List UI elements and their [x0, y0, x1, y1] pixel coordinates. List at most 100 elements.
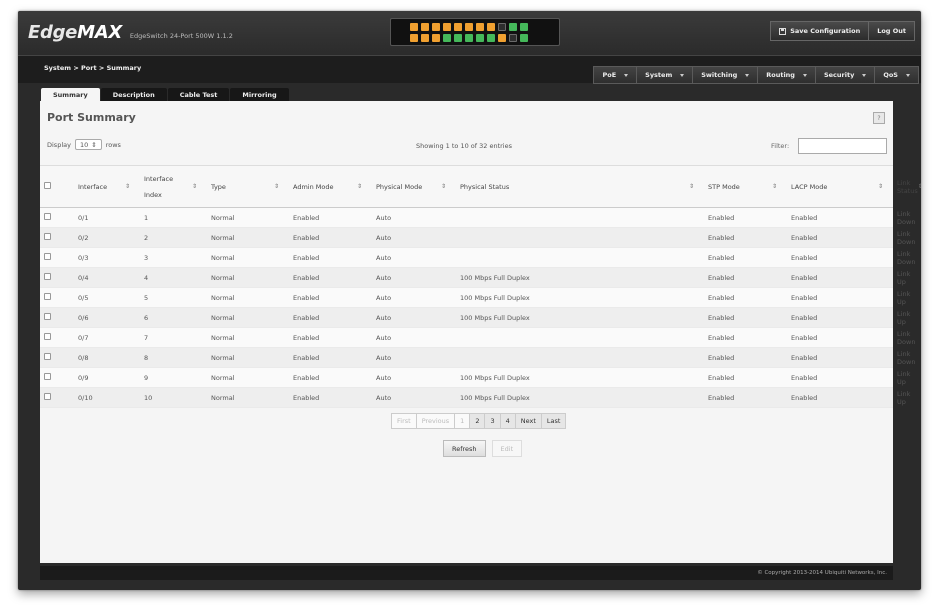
page-1-button[interactable]: 1 — [454, 413, 471, 429]
table-row[interactable]: 0/3 3 Normal Enabled Auto Enabled Enabled Link … — [40, 247, 915, 268]
cell-physical-mode: Auto — [372, 247, 456, 268]
footer: © Copyright 2013-2014 Ubiquiti Networks,… — [40, 566, 893, 580]
col-stp-mode[interactable]: STP Mode ⇕ — [704, 165, 788, 208]
select-all-checkbox[interactable] — [44, 182, 51, 189]
row-checkbox[interactable] — [44, 313, 51, 320]
cell-admin-mode: Enabled — [289, 287, 372, 308]
menu-label: Switching — [701, 71, 738, 79]
rows-per-page-value: 10 — [79, 140, 89, 149]
sort-icon: ⇕ — [191, 183, 197, 190]
table-row[interactable]: 0/4 4 Normal Enabled Auto 100 Mbps Full Duple… — [40, 267, 910, 288]
tab-cable-test[interactable]: Cable Test — [167, 88, 230, 101]
row-checkbox[interactable] — [44, 273, 51, 280]
col-physical-status[interactable]: Physical Status ⇕ — [456, 165, 705, 208]
col-lacp-mode[interactable]: LACP Mode ⇕ — [787, 165, 894, 208]
sort-icon: ⇕ — [440, 183, 446, 190]
cell-stp-mode: Enabled — [704, 287, 788, 308]
port-indicator — [498, 34, 506, 42]
menu-poe[interactable]: PoE — [593, 66, 638, 84]
last-page-button[interactable]: Last — [540, 413, 567, 429]
row-select-cell — [40, 347, 74, 368]
cell-interface-index: 9 — [140, 367, 207, 388]
cell-lacp-mode: Enabled — [787, 327, 894, 348]
content-panel: Port Summary ? Display 10 ⇕ rows Showing… — [40, 101, 921, 563]
next-page-button[interactable]: Next — [514, 413, 542, 429]
row-checkbox[interactable] — [44, 353, 51, 360]
row-checkbox[interactable] — [44, 393, 51, 400]
cell-physical-status — [456, 207, 705, 228]
menu-security[interactable]: Security — [815, 66, 876, 84]
refresh-button[interactable]: Refresh — [443, 440, 486, 457]
page-3-button[interactable]: 3 — [484, 413, 501, 429]
table-row[interactable]: 0/1 1 Normal Enabled Auto Enabled Enabled Link … — [40, 207, 915, 228]
row-checkbox[interactable] — [44, 253, 51, 260]
header-buttons: Save Configuration Log Out — [770, 21, 915, 41]
port-indicator — [476, 23, 484, 31]
col-interface-index[interactable]: Interface Index ⇕ — [140, 165, 207, 208]
row-checkbox[interactable] — [44, 293, 51, 300]
display-label: Display — [47, 140, 71, 149]
tab-mirroring[interactable]: Mirroring — [230, 88, 289, 101]
page-title: Port Summary — [47, 111, 136, 124]
menu-system[interactable]: System — [637, 66, 694, 84]
port-indicator — [498, 23, 506, 31]
table-row[interactable]: 0/8 8 Normal Enabled Auto Enabled Enabled Link … — [40, 347, 915, 368]
chevron-down-icon — [802, 73, 807, 77]
rows-per-page-select[interactable]: 10 ⇕ — [74, 139, 102, 150]
menu-qos[interactable]: QoS — [875, 66, 919, 84]
cell-physical-mode: Auto — [372, 267, 456, 288]
cell-lacp-mode: Enabled — [787, 247, 894, 268]
tab-description[interactable]: Description — [100, 88, 167, 101]
row-select-cell — [40, 387, 74, 408]
filter-input[interactable] — [798, 138, 887, 154]
row-checkbox[interactable] — [44, 233, 51, 240]
col-physical-mode[interactable]: Physical Mode ⇕ — [372, 165, 456, 208]
menu-routing[interactable]: Routing — [758, 66, 816, 84]
save-icon — [779, 27, 787, 35]
sort-icon: ⇕ — [688, 183, 695, 190]
first-page-button[interactable]: First — [391, 413, 417, 429]
row-checkbox[interactable] — [44, 213, 51, 220]
table-row[interactable]: 0/10 10 Normal Enabled Auto 100 Mbps Full Dup… — [40, 387, 910, 408]
page-4-button[interactable]: 4 — [499, 413, 516, 429]
help-button[interactable]: ? — [873, 112, 885, 124]
cell-interface-index: 4 — [140, 267, 207, 288]
column-label: LACP Mode — [791, 182, 828, 191]
tab-summary[interactable]: Summary — [41, 88, 100, 101]
table-row[interactable]: 0/7 7 Normal Enabled Auto Enabled Enabled Link … — [40, 327, 915, 348]
logout-button[interactable]: Log Out — [869, 21, 915, 41]
cell-interface-index: 7 — [140, 327, 207, 348]
row-checkbox[interactable] — [44, 373, 51, 380]
table-row[interactable]: 0/6 6 Normal Enabled Auto 100 Mbps Full Duple… — [40, 307, 910, 328]
cell-physical-mode: Auto — [372, 207, 456, 228]
cell-interface: 0/10 — [74, 387, 140, 408]
row-checkbox[interactable] — [44, 333, 51, 340]
cell-physical-status — [456, 227, 705, 248]
cell-interface-index: 6 — [140, 307, 207, 328]
port-indicator — [487, 34, 495, 42]
cell-stp-mode: Enabled — [704, 227, 788, 248]
page-2-button[interactable]: 2 — [469, 413, 486, 429]
table-row[interactable]: 0/2 2 Normal Enabled Auto Enabled Enabled Link … — [40, 227, 915, 248]
port-indicator — [421, 34, 429, 42]
cell-interface: 0/4 — [74, 267, 140, 288]
cell-stp-mode: Enabled — [704, 267, 788, 288]
row-select-cell — [40, 327, 74, 348]
display-rows-control: Display 10 ⇕ rows — [47, 139, 121, 150]
save-configuration-button[interactable]: Save Configuration — [770, 21, 870, 41]
menu-switching[interactable]: Switching — [693, 66, 759, 84]
table-row[interactable]: 0/5 5 Normal Enabled Auto 100 Mbps Full Duple… — [40, 287, 910, 308]
col-interface[interactable]: Interface ⇕ — [74, 165, 140, 208]
port-indicator — [520, 34, 528, 42]
edit-button[interactable]: Edit — [491, 440, 523, 457]
col-type[interactable]: Type ⇕ — [207, 165, 289, 208]
app-window: EdgeMAX EdgeSwitch 24-Port 500W 1.1.2 Sa… — [18, 11, 921, 590]
model-label: EdgeSwitch 24-Port 500W 1.1.2 — [129, 32, 233, 40]
sort-icon: ⇕ — [917, 183, 921, 190]
port-indicator — [421, 23, 429, 31]
port-indicator — [509, 23, 517, 31]
col-admin-mode[interactable]: Admin Mode ⇕ — [289, 165, 372, 208]
table-row[interactable]: 0/9 9 Normal Enabled Auto 100 Mbps Full Duple… — [40, 367, 910, 388]
previous-page-button[interactable]: Previous — [415, 413, 456, 429]
menu-label: Routing — [766, 71, 795, 79]
